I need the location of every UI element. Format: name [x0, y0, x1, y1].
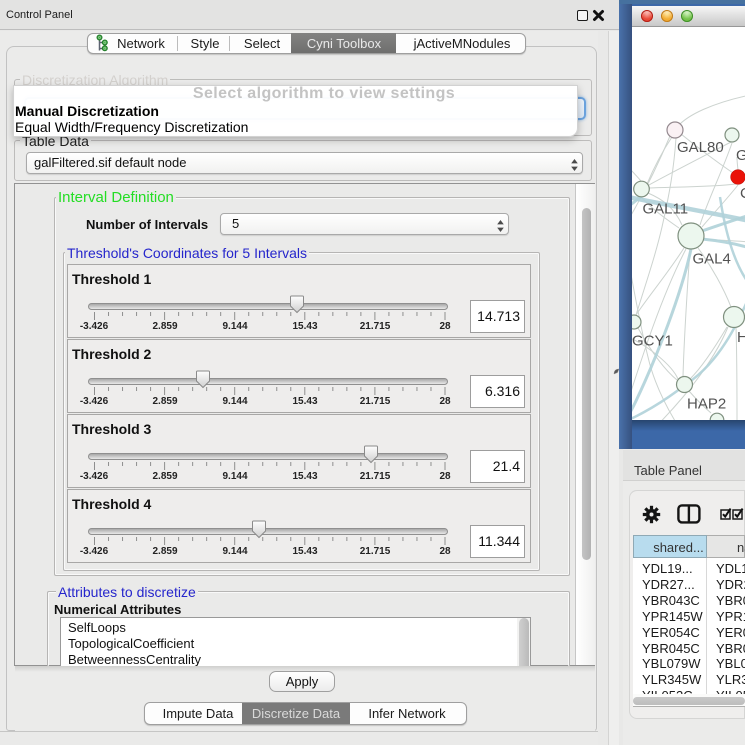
- svg-text:GAL11: GAL11: [643, 201, 689, 218]
- svg-text:HI: HI: [737, 329, 745, 346]
- svg-text:GAL80: GAL80: [677, 139, 724, 156]
- svg-text:GCY1: GCY1: [632, 333, 673, 350]
- svg-text:GA: GA: [736, 147, 745, 164]
- svg-text:HAP2: HAP2: [687, 396, 726, 413]
- svg-text:CY: CY: [740, 185, 745, 202]
- svg-text:GAL4: GAL4: [693, 251, 731, 268]
